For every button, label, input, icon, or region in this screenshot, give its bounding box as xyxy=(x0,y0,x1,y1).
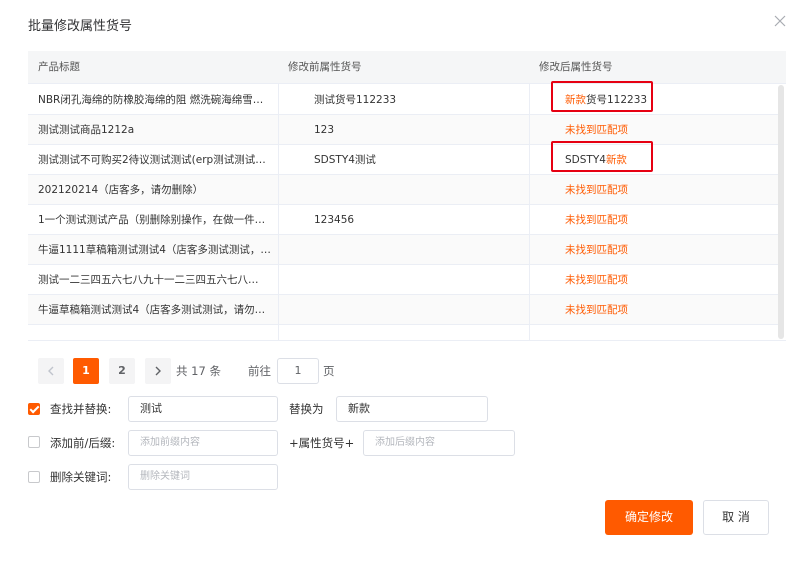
table-row: 牛逼1111草稿箱测试测试4（店客多测试测试，… 未找到匹配项 xyxy=(28,235,778,265)
product-title-cell: NBR闭孔海绵的防橡胶海绵的阻 燃洗碗海绵雪… xyxy=(38,94,264,106)
table-row: 测试测试商品1212a 123 未找到匹配项 xyxy=(28,115,778,145)
sku-before-cell: 123456 xyxy=(314,214,355,226)
product-title-cell: 测试一二三四五六七八九十一二三四五六七八… xyxy=(38,274,259,286)
sku-before-cell: 测试货号112233 xyxy=(314,94,397,106)
column-divider xyxy=(278,84,279,340)
product-title-cell: 测试测试商品1212a xyxy=(38,124,135,136)
no-match-text: 未找到匹配项 xyxy=(565,274,628,286)
table-row: 202120214（店客多，请勿删除） 未找到匹配项 xyxy=(28,175,778,205)
batch-edit-dialog: 批量修改属性货号 产品标题 修改前属性货号 修改后属性货号 NBR闭孔海绵的防橡… xyxy=(0,0,806,567)
sku-before-cell xyxy=(314,235,534,265)
sku-before-cell: 123 xyxy=(314,124,335,136)
col-header-after: 修改后属性货号 xyxy=(539,61,613,73)
table-scrollbar[interactable] xyxy=(778,85,784,339)
dialog-title: 批量修改属性货号 xyxy=(28,19,133,34)
sku-before-cell xyxy=(314,175,534,205)
page-button-1[interactable]: 1 xyxy=(73,358,99,384)
sku-after-cell: 未找到匹配项 xyxy=(565,265,765,295)
page-unit-label: 页 xyxy=(323,364,335,378)
cancel-button[interactable]: 取 消 xyxy=(703,500,769,535)
find-replace-label: 查找并替换: xyxy=(50,402,112,416)
table-row: 测试一二三四五六七八九十一二三四五六七八… 未找到匹配项 xyxy=(28,265,778,295)
goto-page-input[interactable]: 1 xyxy=(277,358,319,384)
column-divider xyxy=(529,84,530,340)
product-title-cell: 牛逼1111草稿箱测试测试4（店客多测试测试，… xyxy=(38,244,271,256)
highlight-box xyxy=(551,81,653,112)
table-row: NBR闭孔海绵的防橡胶海绵的阻 燃洗碗海绵雪… 测试货号112233 新款货号112… xyxy=(28,81,778,115)
no-match-text: 未找到匹配项 xyxy=(565,124,628,136)
no-match-text: 未找到匹配项 xyxy=(565,214,628,226)
col-header-before: 修改前属性货号 xyxy=(288,61,362,73)
close-icon[interactable] xyxy=(771,12,789,30)
prefix-input[interactable]: 添加前缀内容 xyxy=(128,430,278,456)
suffix-input[interactable]: 添加后缀内容 xyxy=(363,430,515,456)
product-title-cell: 202120214（店客多，请勿删除） xyxy=(38,184,204,196)
no-match-text: 未找到匹配项 xyxy=(565,184,628,196)
table-row: 测试测试不可购买2待议测试测试(erp测试测试… SDSTY4测试 SDSTY4新款 xyxy=(28,141,778,175)
sku-before-cell xyxy=(314,265,534,295)
find-replace-checkbox[interactable] xyxy=(28,403,40,415)
product-title-cell: 1一个测试测试产品（别删除别操作，在做一件… xyxy=(38,214,266,226)
product-title-cell: 牛逼草稿箱测试测试4（店客多测试测试，请勿… xyxy=(38,304,266,316)
table-header: 产品标题 修改前属性货号 修改后属性货号 xyxy=(28,51,786,84)
delete-keyword-input[interactable]: 删除关键词 xyxy=(128,464,278,490)
find-input[interactable]: 测试 xyxy=(128,396,278,422)
product-table: 产品标题 修改前属性货号 修改后属性货号 NBR闭孔海绵的防橡胶海绵的阻 燃洗碗… xyxy=(28,51,786,341)
table-row: 牛逼草稿箱测试测试4（店客多测试测试，请勿… 未找到匹配项 xyxy=(28,295,778,325)
delete-keyword-label: 删除关键词: xyxy=(50,470,112,484)
sku-before-cell xyxy=(314,295,534,325)
col-header-title: 产品标题 xyxy=(38,61,80,73)
next-page-button[interactable] xyxy=(145,358,171,384)
no-match-text: 未找到匹配项 xyxy=(565,304,628,316)
sku-before-cell: SDSTY4测试 xyxy=(314,154,376,166)
add-affix-label: 添加前/后缀: xyxy=(50,436,116,450)
no-match-text: 未找到匹配项 xyxy=(565,244,628,256)
add-affix-checkbox[interactable] xyxy=(28,436,40,448)
highlight-box xyxy=(551,141,653,172)
product-title-cell: 测试测试不可购买2待议测试测试(erp测试测试… xyxy=(38,154,266,166)
delete-keyword-checkbox[interactable] xyxy=(28,471,40,483)
replace-with-label: 替换为 xyxy=(289,402,324,416)
replace-input[interactable]: 新款 xyxy=(336,396,488,422)
page-button-2[interactable]: 2 xyxy=(109,358,135,384)
sku-after-cell: 未找到匹配项 xyxy=(565,235,765,265)
attribute-sku-label: +属性货号+ xyxy=(289,436,355,450)
sku-after-cell: 未找到匹配项 xyxy=(565,205,765,235)
table-row: 1一个测试测试产品（别删除别操作，在做一件… 123456 未找到匹配项 xyxy=(28,205,778,235)
goto-label: 前往 xyxy=(248,364,271,378)
sku-after-cell: 未找到匹配项 xyxy=(565,295,765,325)
total-count: 共 17 条 xyxy=(176,364,221,378)
confirm-button[interactable]: 确定修改 xyxy=(605,500,693,535)
prev-page-button[interactable] xyxy=(38,358,64,384)
sku-after-cell: 未找到匹配项 xyxy=(565,175,765,205)
